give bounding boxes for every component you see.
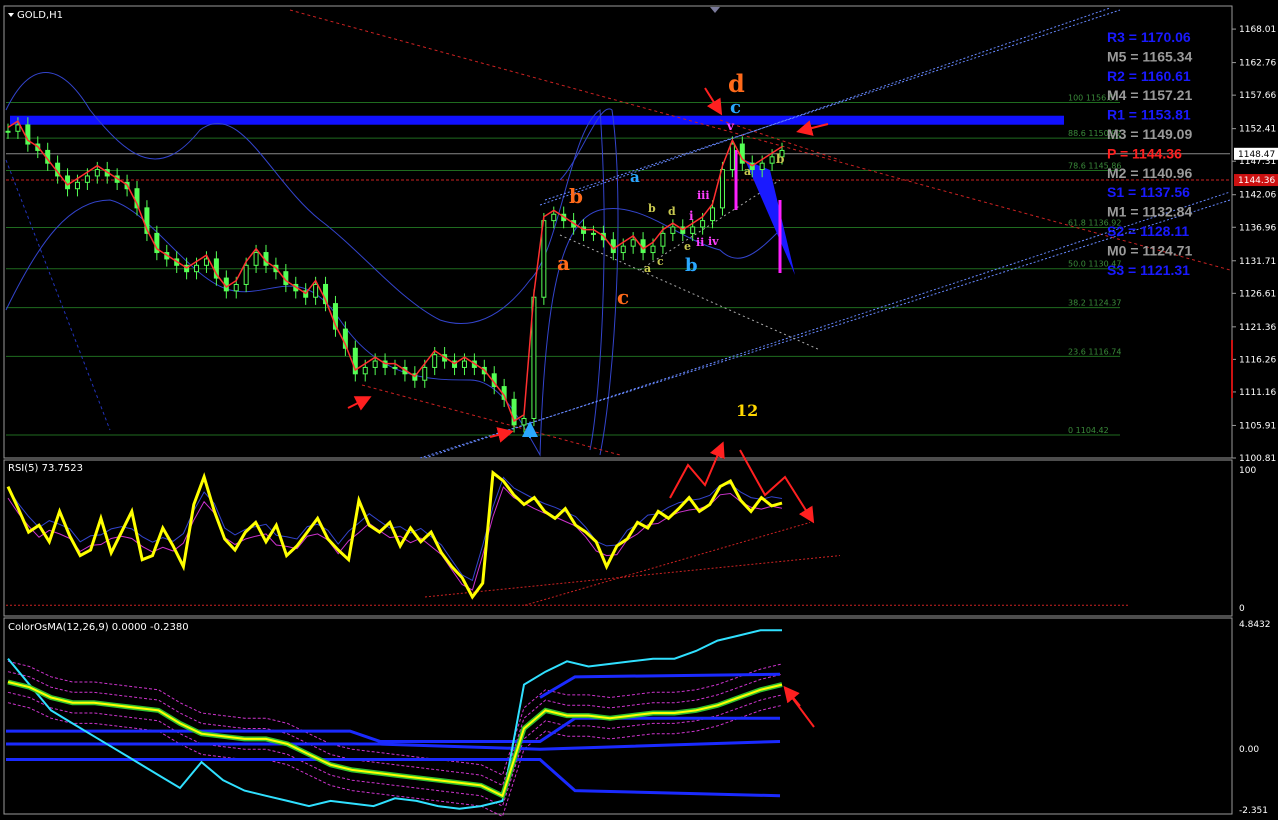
osma-pane-title: ColorOsMA(12,26,9) 0.0000 -0.2380 <box>8 622 189 633</box>
wave-label: a <box>630 168 640 186</box>
pivot-label-S2: S2 = 1128.11 <box>1107 223 1189 239</box>
price-tick-label: 1100.81 <box>1239 454 1276 464</box>
wave-label: b <box>685 255 698 276</box>
trading-chart: 100 1156.5188.6 1150.9278.6 1145.8661.8 … <box>3 5 1278 818</box>
price-axis: 1168.011162.761157.661152.411147.311142.… <box>1231 25 1278 464</box>
price-tick-label: 1162.76 <box>1239 59 1276 69</box>
candle-body <box>372 360 378 368</box>
pivot-label-M3: M3 = 1149.09 <box>1107 126 1192 142</box>
pivot-label-R2: R2 = 1160.61 <box>1107 68 1191 84</box>
wave-label: v <box>726 119 735 133</box>
wave-label: iii <box>697 189 710 202</box>
candle-body <box>590 232 596 235</box>
price-tick-label: 1168.01 <box>1239 25 1276 35</box>
rsi-pane-title: RSI(5) 73.7523 <box>8 463 83 474</box>
candle-body <box>94 169 100 177</box>
candle-body <box>243 264 249 285</box>
candle-body <box>660 232 666 247</box>
wave-label: d <box>668 205 676 218</box>
candle-body <box>432 354 438 368</box>
osma-axis: 4.8432 0.00 -2.351 <box>1239 620 1271 816</box>
price-tick-label: 1126.61 <box>1239 289 1276 299</box>
pivot-label-S3: S3 = 1121.31 <box>1107 262 1190 278</box>
candle-body <box>84 175 90 183</box>
pivot-label-S1: S1 = 1137.56 <box>1107 184 1190 200</box>
candle-body <box>769 156 775 164</box>
candle-body <box>650 245 656 254</box>
candle-body <box>620 245 626 254</box>
price-tick-label: 1111.16 <box>1239 388 1276 398</box>
wave-label: ii <box>696 236 704 249</box>
wave-label: iv <box>708 235 719 248</box>
rsi-tick-label: 100 <box>1239 466 1256 476</box>
fib-label: 23.6 1116.74 <box>1068 347 1121 356</box>
candle-body <box>15 124 21 132</box>
wave-label: a <box>644 262 651 275</box>
candle-body <box>74 181 80 190</box>
wave-label: 12 <box>736 401 758 420</box>
wave-label: c <box>657 255 664 268</box>
price-tick-label: 1142.06 <box>1239 191 1276 201</box>
pivot-label-P: P = 1144.36 <box>1107 145 1182 161</box>
candle-body <box>759 162 765 171</box>
candle-body <box>253 252 259 266</box>
rsi-axis: 100 0 <box>1239 466 1256 614</box>
osma-tick-label: -2.351 <box>1239 806 1268 816</box>
price-pane-title: GOLD,H1 <box>17 10 63 21</box>
current-price-tag: 1148.47 <box>1238 150 1275 160</box>
osma-tick-label: 0.00 <box>1239 745 1259 755</box>
pivot-label-M4: M4 = 1157.21 <box>1107 87 1192 103</box>
price-tick-label: 1136.96 <box>1239 223 1276 233</box>
candle-body <box>551 213 557 222</box>
wave-label: b <box>648 202 656 215</box>
wave-label: a <box>744 165 751 178</box>
candle-body <box>690 226 696 234</box>
wave-label: b <box>776 152 784 166</box>
candle-body <box>719 169 725 209</box>
candle-body <box>362 366 368 375</box>
candle-body <box>233 283 239 292</box>
fib-label: 38.2 1124.37 <box>1068 299 1121 308</box>
candle-body <box>5 130 11 133</box>
wave-label: d <box>728 69 745 98</box>
candle-body <box>461 360 467 368</box>
pivot-price-tag: 1144.36 <box>1238 176 1275 186</box>
pivot-label-R3: R3 = 1170.06 <box>1107 29 1191 45</box>
candle-body <box>729 143 735 171</box>
fib-label: 0 1104.42 <box>1068 426 1109 435</box>
candle-body <box>313 283 319 298</box>
price-tick-label: 1152.41 <box>1239 125 1276 135</box>
candle-body <box>392 366 398 369</box>
wave-label: c <box>730 97 741 118</box>
candle-body <box>630 239 636 247</box>
osma-tick-label: 4.8432 <box>1239 620 1271 630</box>
price-tick-label: 1131.71 <box>1239 257 1276 267</box>
candle-body <box>422 366 428 381</box>
pivot-label-M1: M1 = 1132.84 <box>1107 204 1192 220</box>
candle-body <box>521 417 527 426</box>
candle-body <box>194 264 200 273</box>
pivot-label-M5: M5 = 1165.34 <box>1107 48 1192 64</box>
pivot-band <box>10 115 1064 125</box>
candle-body <box>700 220 706 228</box>
candle-body <box>710 207 716 222</box>
candle-body <box>203 258 209 266</box>
wave-label: e <box>684 240 691 253</box>
pivot-label-M2: M2 = 1140.96 <box>1107 165 1192 181</box>
wave-label: b <box>569 184 583 208</box>
price-tick-label: 1116.26 <box>1239 355 1276 365</box>
wave-label: c <box>617 285 629 309</box>
pivot-label-R1: R1 = 1153.81 <box>1107 107 1191 123</box>
wave-label: i <box>689 209 694 223</box>
wave-label: a <box>557 251 570 275</box>
rsi-tick-label: 0 <box>1239 604 1245 614</box>
price-tick-label: 1105.91 <box>1239 421 1276 431</box>
price-tick-label: 1157.66 <box>1239 91 1276 101</box>
candle-body <box>670 226 676 234</box>
price-tick-label: 1121.36 <box>1239 323 1276 333</box>
pivot-label-M0: M0 = 1124.71 <box>1107 242 1192 258</box>
